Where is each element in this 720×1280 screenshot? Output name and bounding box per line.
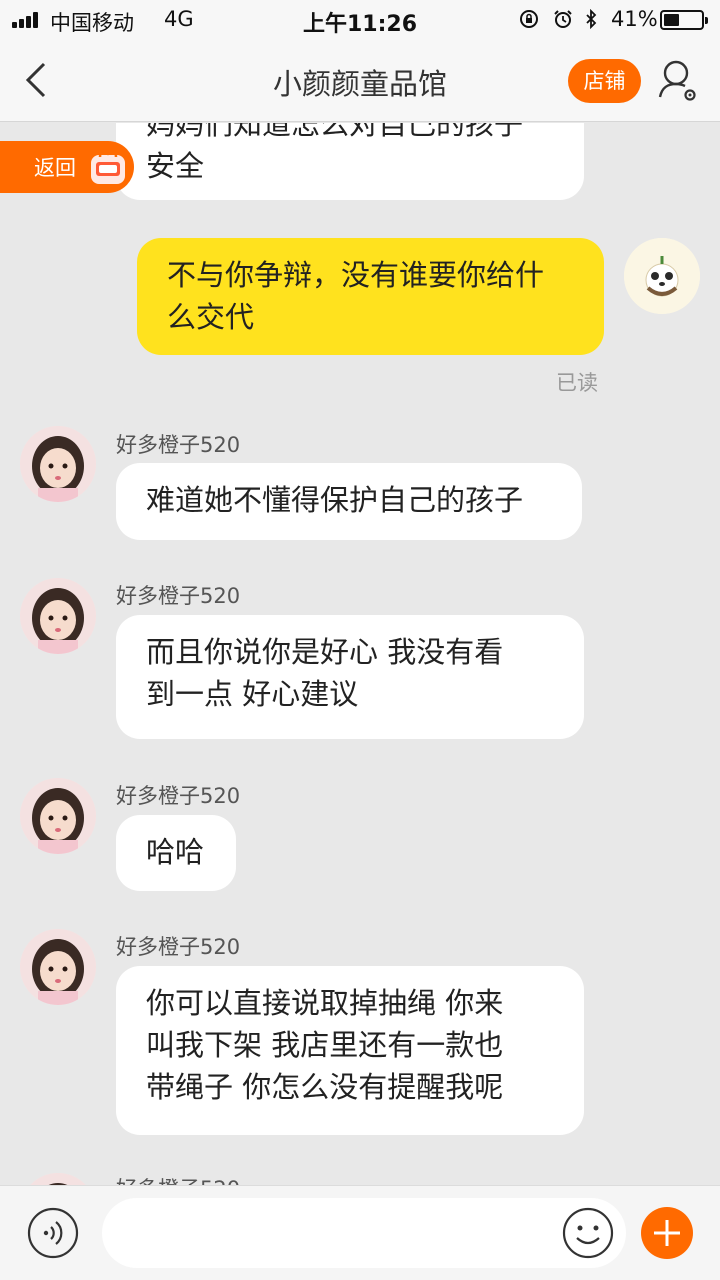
battery-percent: 41% [611,7,658,31]
message-line: 哈哈 [146,835,205,869]
sender-name: 好多橙子520 [116,935,241,959]
message-line: 不与你争辩，没有谁要你给什 [167,258,545,292]
message-bubble-outgoing: 不与你争辩，没有谁要你给什 么交代 [137,238,604,355]
sender-avatar[interactable] [20,929,96,1005]
nav-bar: 小颜颜童品馆 店铺 [0,40,720,122]
message-bubble-incoming: 难道她不懂得保护自己的孩子 [116,463,582,540]
message-line: 么交代 [167,300,255,334]
emoji-icon[interactable] [561,1206,615,1260]
message-line: 妈妈们知道怎么对自己的孩子 [146,123,524,141]
shop-button[interactable]: 店铺 [568,59,641,103]
sender-name: 好多橙子520 [116,784,241,808]
battery-icon [660,10,708,30]
message-line: 难道她不懂得保护自己的孩子 [146,483,524,517]
user-settings-icon[interactable] [656,57,700,105]
alarm-icon [554,10,572,28]
voice-icon[interactable] [27,1207,79,1259]
status-bar: 中国移动 4G 上午11:26 41% [0,0,720,40]
return-button[interactable]: 返回 [0,141,134,193]
my-avatar[interactable] [624,238,700,314]
message-line: 叫我下架 我店里还有一款也 [146,1028,504,1062]
message-line: 带绳子 你怎么没有提醒我呢 [146,1070,504,1104]
sender-name: 好多橙子520 [116,584,241,608]
chat-area[interactable]: 妈妈们知道怎么对自己的孩子 安全 返回 不与你争辩，没有谁要你给什 么交代 已读 [0,123,720,1185]
sender-name: 好多橙子520 [116,1173,240,1185]
plus-icon[interactable] [641,1207,693,1259]
message-line: 到一点 好心建议 [146,677,359,711]
message-line: 你可以直接说取掉抽绳 你来 [146,986,504,1020]
message-bubble-incoming: 哈哈 [116,815,236,891]
return-label: 返回 [34,156,76,180]
message-bubble-incoming: 妈妈们知道怎么对自己的孩子 安全 [116,123,584,200]
message-line: 而且你说你是好心 我没有看 [146,635,504,669]
orientation-lock-icon [520,10,538,28]
shopping-bag-icon [91,149,125,184]
message-line: 安全 [146,149,205,183]
sender-name: 好多橙子520 [116,433,241,457]
sender-avatar[interactable] [20,426,96,502]
message-input[interactable] [102,1198,626,1268]
message-bubble-incoming: 你可以直接说取掉抽绳 你来 叫我下架 我店里还有一款也 带绳子 你怎么没有提醒我… [116,966,584,1135]
input-bar [0,1185,720,1280]
sender-avatar[interactable] [20,1173,96,1185]
sender-avatar[interactable] [20,778,96,854]
sender-avatar[interactable] [20,578,96,654]
read-status: 已读 [556,371,598,395]
bluetooth-icon [586,9,597,29]
message-bubble-incoming: 而且你说你是好心 我没有看 到一点 好心建议 [116,615,584,739]
